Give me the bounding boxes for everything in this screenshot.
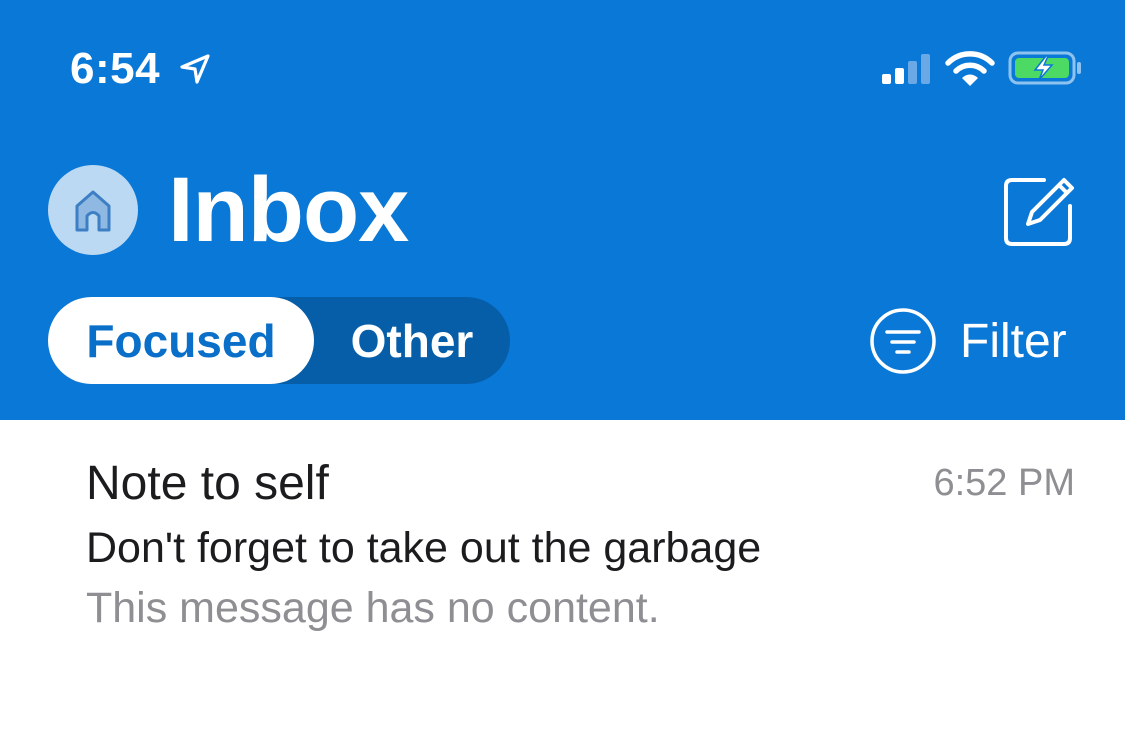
- wifi-icon: [945, 51, 995, 86]
- filter-label: Filter: [960, 314, 1067, 368]
- page-title: Inbox: [168, 159, 409, 261]
- message-time: 6:52 PM: [933, 462, 1075, 504]
- message-subject: Don't forget to take out the garbage: [86, 524, 762, 572]
- message-preview: This message has no content.: [86, 584, 660, 632]
- screen: 6:54 Inbox Focused Other Filter Note to …: [0, 0, 1125, 731]
- home-icon: [75, 190, 111, 232]
- location-arrow-icon: [180, 54, 210, 84]
- cellular-signal-icon: [882, 54, 930, 84]
- tab-focused[interactable]: Focused: [48, 297, 314, 384]
- inbox-header: 6:54 Inbox Focused Other Filter: [0, 0, 1125, 420]
- tab-other[interactable]: Other: [314, 297, 510, 384]
- message-list-item[interactable]: Note to self 6:52 PM Don't forget to tak…: [0, 420, 1125, 650]
- filter-icon: [870, 308, 936, 374]
- message-sender: Note to self: [86, 457, 329, 510]
- battery-charging-icon: [1008, 51, 1081, 85]
- home-avatar-button[interactable]: [48, 165, 138, 255]
- filter-button[interactable]: Filter: [868, 305, 1067, 377]
- status-time: 6:54: [70, 44, 161, 93]
- inbox-tabs: Focused Other: [48, 297, 510, 384]
- compose-icon[interactable]: [1000, 172, 1078, 250]
